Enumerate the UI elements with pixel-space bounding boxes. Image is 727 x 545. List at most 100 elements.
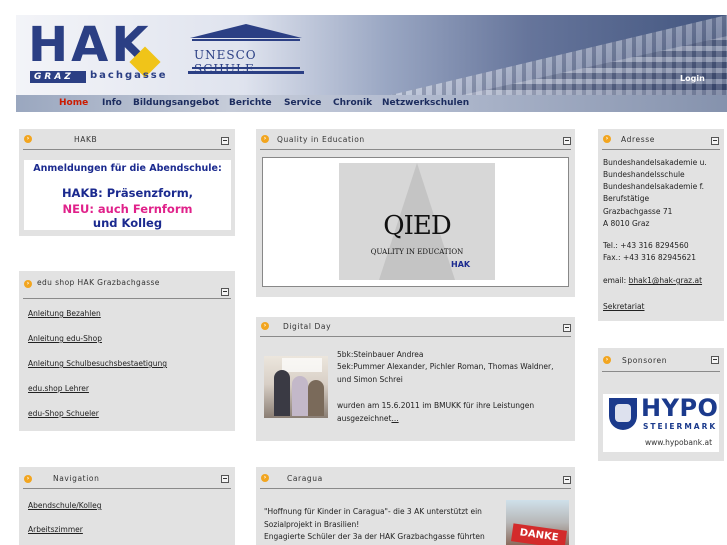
hypo-url: www.hypobank.at [645, 438, 713, 447]
box-divider [260, 488, 571, 489]
box-title: Navigation [53, 474, 100, 483]
box-header: › HAKB [19, 129, 235, 151]
address-line: A 8010 Graz [603, 219, 650, 228]
box-title: HAKB [74, 135, 98, 144]
minimize-icon[interactable] [563, 324, 571, 332]
minimize-icon[interactable] [711, 137, 719, 145]
unesco-base [188, 71, 304, 74]
unesco-temple-icon [190, 24, 302, 38]
caragua-text: Engagierte Schüler der 3a der HAK Grazba… [264, 532, 485, 541]
box-title: Adresse [621, 135, 655, 144]
qied-hak-mark: HAK [451, 260, 471, 269]
danke-sign: DANKE [511, 523, 567, 545]
minimize-icon[interactable] [711, 356, 719, 364]
sekretariat-link[interactable]: Sekretariat [603, 302, 645, 311]
navigation-link[interactable]: Abendschule/Kolleg [28, 501, 101, 510]
digital-day-text: und Simon Schrei [337, 375, 403, 384]
navigation-box: › Navigation Abendschule/Kolleg Arbeitsz… [19, 467, 235, 545]
digital-day-text: wurden am 15.6.2011 im BMUKK für ihre Le… [337, 401, 535, 410]
digital-day-text: 5ek:Pummer Alexander, Pichler Roman, Tho… [337, 362, 554, 371]
box-title: Quality in Education [277, 135, 365, 144]
qied-logo: QIED QUALITY IN EDUCATION HAK [339, 163, 495, 280]
nav-item-berichte[interactable]: Berichte [229, 98, 272, 108]
digital-day-text: 5bk:Steinbauer Andrea [337, 350, 424, 359]
nav-item-bildungsangebot[interactable]: Bildungsangebot [133, 98, 219, 108]
abendschule-banner[interactable]: Anmeldungen für die Abendschule: HAKB: P… [24, 160, 231, 230]
arrow-icon: › [261, 135, 269, 143]
digital-day-text: ausgezeichnet... [337, 413, 399, 425]
caragua-text: Sozialprojekt in Brasilien! [264, 520, 360, 529]
box-header: › Digital Day [256, 317, 575, 339]
box-header: › Navigation [19, 467, 235, 489]
box-divider [260, 149, 571, 150]
arrow-icon: › [261, 474, 269, 482]
box-header: › Quality in Education [256, 129, 575, 151]
phone-text: Tel.: +43 316 8294560 [603, 241, 689, 250]
box-divider [602, 371, 720, 372]
graz-label: GRAZ [30, 71, 86, 83]
nav-item-service[interactable]: Service [284, 98, 321, 108]
qied-logo-subtitle: QUALITY IN EDUCATION [370, 248, 464, 256]
panther-shield-icon [609, 398, 637, 430]
edushop-link[interactable]: Anleitung edu-Shop [28, 334, 102, 343]
nav-item-chronik[interactable]: Chronik [333, 98, 372, 108]
digital-day-photo[interactable] [264, 356, 328, 418]
box-divider [260, 336, 571, 337]
arrow-icon: › [603, 356, 611, 364]
banner-line-2: HAKB: Präsenzform, [61, 186, 194, 200]
hypo-subtitle: STEIERMARK [643, 422, 718, 431]
fax-text: Fax.: +43 316 82945621 [603, 253, 697, 262]
edushop-box: › edu shop HAK Grazbachgasse Anleitung B… [19, 271, 235, 431]
logo-subline: GRAZ bachgasse [30, 70, 190, 83]
arrow-icon: › [24, 280, 32, 288]
caragua-text: "Hoffnung für Kinder in Caragua"- die 3 … [264, 507, 482, 516]
read-more-link[interactable]: ... [391, 414, 398, 423]
hypo-wordmark: HYPO [641, 394, 719, 422]
box-divider [23, 149, 231, 150]
edushop-link[interactable]: Anleitung Schulbesuchsbestaetigung [28, 359, 167, 368]
arrow-icon: › [24, 475, 32, 483]
box-title: Caragua [287, 474, 323, 483]
address-line: Bundeshandelsschule [603, 170, 685, 179]
photo-person [308, 380, 324, 416]
banner-line-3: NEU: auch Fernform [62, 202, 193, 216]
photo-sign [282, 358, 322, 372]
minimize-icon[interactable] [563, 137, 571, 145]
unesco-logo: UNESCO SCHULE [188, 24, 308, 82]
minimize-icon[interactable] [221, 137, 229, 145]
address-line: Grazbachgasse 71 [603, 207, 673, 216]
minimize-icon[interactable] [221, 475, 229, 483]
minimize-icon[interactable] [221, 288, 229, 296]
arrow-icon: › [24, 135, 32, 143]
edushop-link[interactable]: Anleitung Bezahlen [28, 309, 101, 318]
email-link[interactable]: bhak1@hak-graz.at [629, 276, 702, 285]
banner-line-4: und Kolleg [92, 216, 163, 230]
edushop-link[interactable]: edu.shop Lehrer [28, 384, 89, 393]
hypo-sponsor-logo[interactable]: HYPO STEIERMARK www.hypobank.at [603, 394, 719, 452]
box-divider [23, 298, 231, 299]
adresse-box: › Adresse Bundeshandelsakademie u. Bunde… [598, 129, 724, 321]
bachgasse-label: bachgasse [90, 70, 168, 81]
edushop-link[interactable]: edu-Shop Schueler [28, 409, 99, 418]
nav-item-info[interactable]: Info [102, 98, 122, 108]
address-line: Bundeshandelsakademie f. [603, 182, 705, 191]
box-header: › Sponsoren [598, 348, 724, 372]
digital-day-text-end: ausgezeichnet [337, 414, 392, 423]
login-link[interactable]: Login [680, 74, 705, 83]
box-title: Sponsoren [622, 356, 668, 365]
qied-banner[interactable]: QIED QUALITY IN EDUCATION HAK [262, 157, 569, 287]
navigation-link[interactable]: Arbeitszimmer [28, 525, 83, 534]
box-header: › edu shop HAK Grazbachgasse [19, 271, 235, 299]
qied-logo-text: QIED [383, 211, 451, 241]
photo-person [274, 370, 290, 416]
address-line: Bundeshandelsakademie u. [603, 158, 707, 167]
address-line: Berufstätige [603, 194, 650, 203]
box-divider [23, 488, 231, 489]
nav-item-home[interactable]: Home [59, 98, 88, 108]
box-divider [602, 149, 720, 150]
minimize-icon[interactable] [563, 476, 571, 484]
photo-person [292, 376, 308, 416]
nav-item-netzwerkschulen[interactable]: Netzwerkschulen [382, 98, 469, 108]
site-header: HAK GRAZ bachgasse UNESCO SCHULE Login [16, 15, 727, 95]
caragua-photo[interactable]: DANKE [506, 500, 569, 545]
